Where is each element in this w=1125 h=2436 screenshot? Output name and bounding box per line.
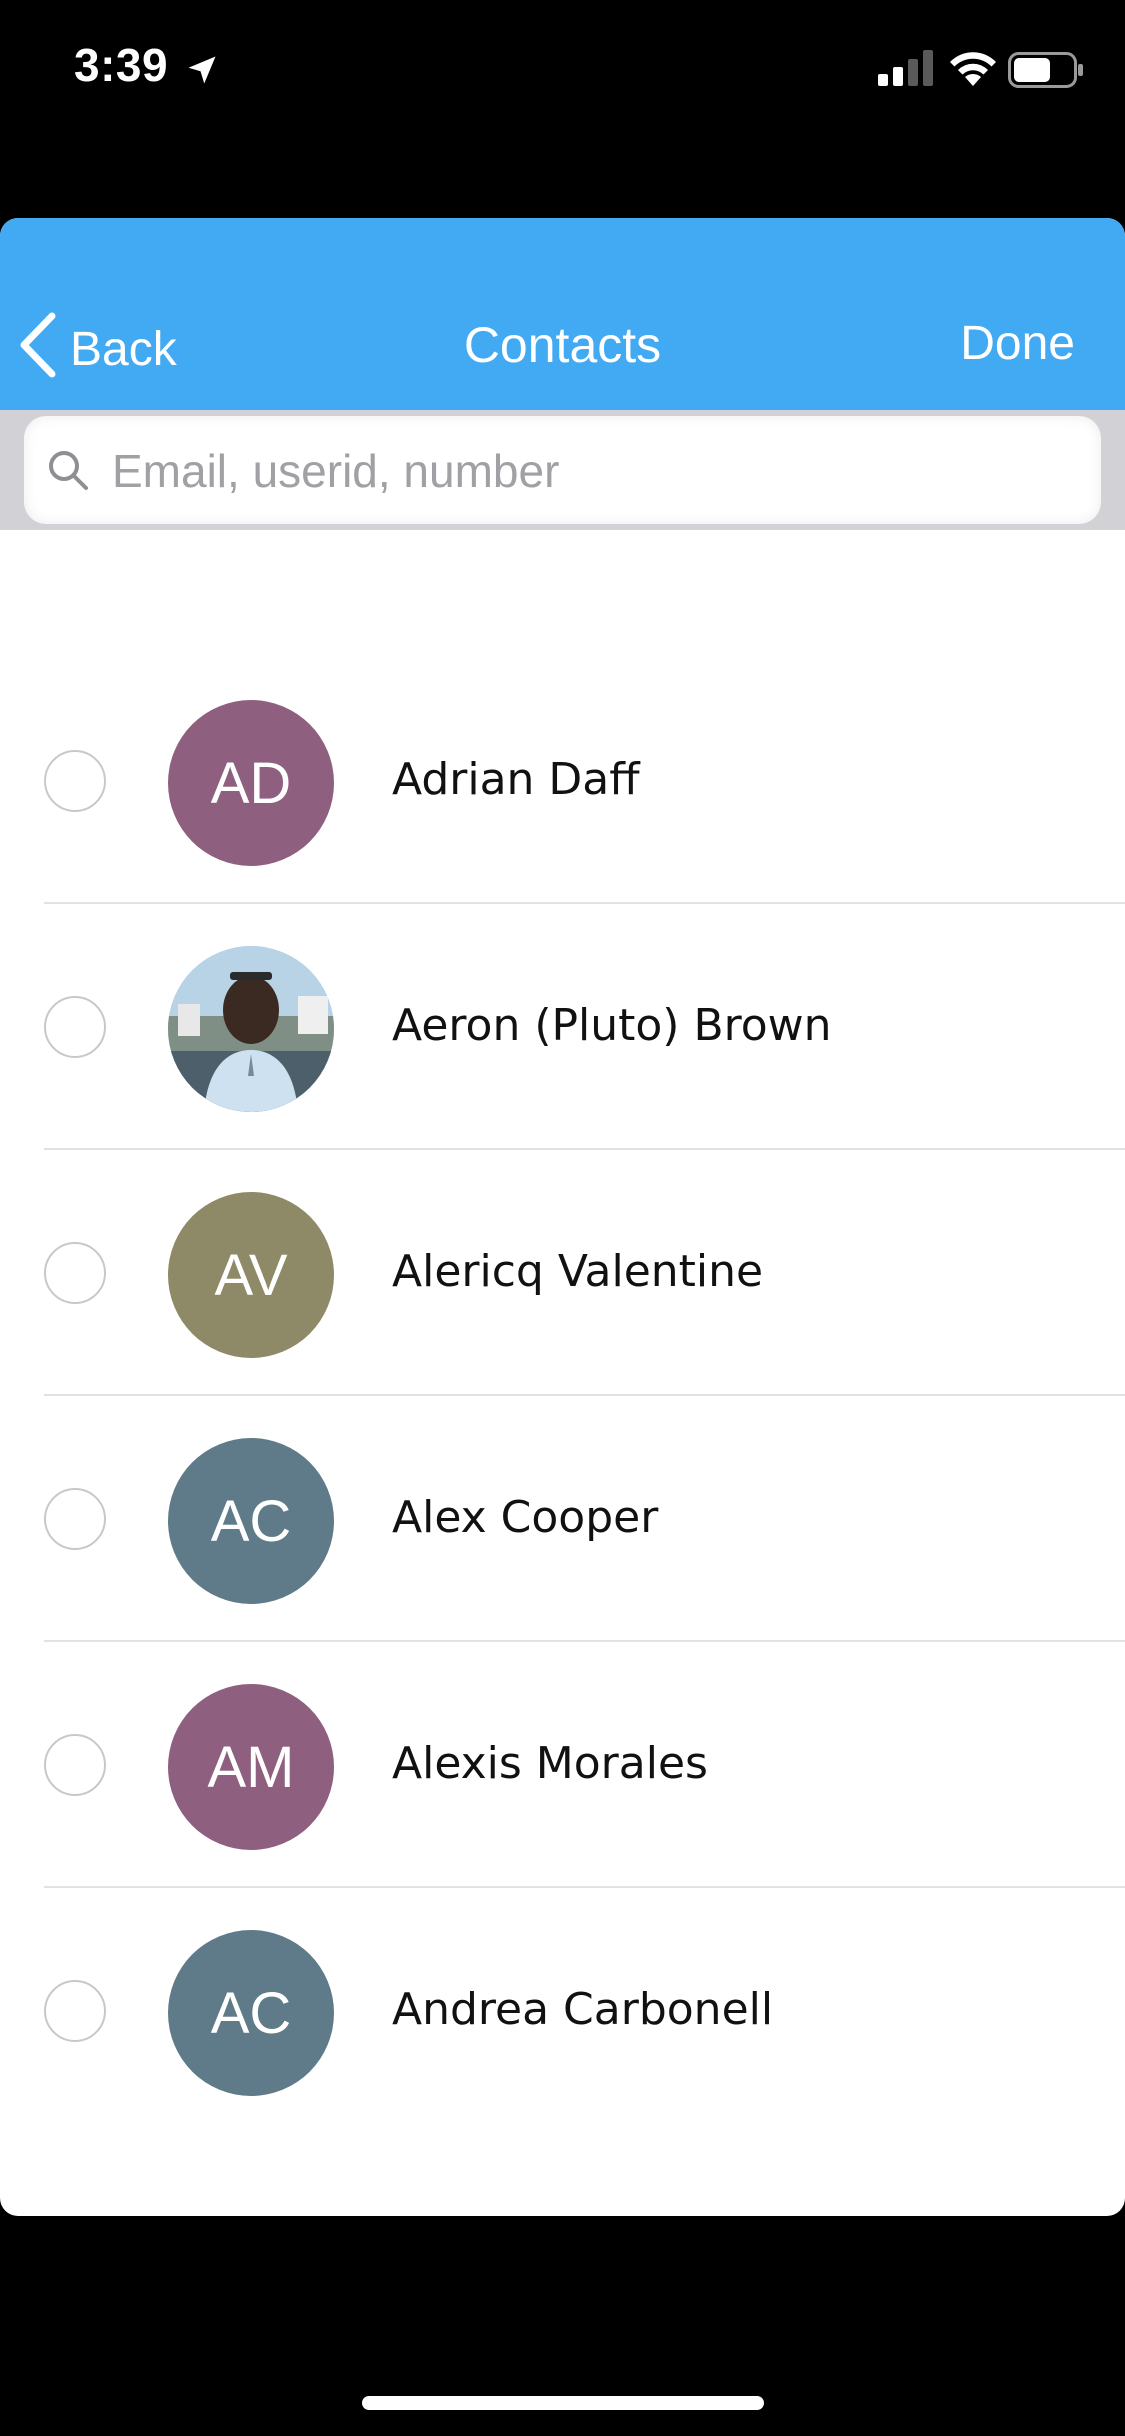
avatar: AD	[168, 700, 334, 866]
contact-row-andrea-carbonell[interactable]: AC Andrea Carbonell	[0, 1888, 1125, 2134]
contact-name: Adrian Daff	[392, 754, 640, 805]
contact-row-alericq-valentine[interactable]: AV Alericq Valentine	[0, 1150, 1125, 1396]
status-time: 3:39	[74, 39, 169, 91]
navigation-bar: Back Contacts Done	[0, 218, 1125, 410]
select-radio[interactable]	[44, 1980, 106, 2042]
contact-row-alex-cooper[interactable]: AC Alex Cooper	[0, 1396, 1125, 1642]
contact-name: Alexis Morales	[392, 1738, 708, 1789]
select-radio[interactable]	[44, 750, 106, 812]
avatar: AV	[168, 1192, 334, 1358]
status-bar: 3:39	[0, 0, 1125, 140]
select-radio[interactable]	[44, 1488, 106, 1550]
battery-icon	[1008, 52, 1083, 88]
cellular-signal-icon	[878, 50, 933, 86]
search-field-container[interactable]	[24, 416, 1101, 524]
done-button[interactable]: Done	[960, 316, 1075, 371]
select-radio[interactable]	[44, 1242, 106, 1304]
search-icon	[49, 451, 88, 490]
avatar: AC	[168, 1438, 334, 1604]
contact-name: Alex Cooper	[392, 1492, 659, 1543]
page-title: Contacts	[463, 317, 662, 373]
location-arrow-icon	[188, 56, 216, 84]
contact-row-aeron-pluto-brown[interactable]: Aeron (Pluto) Brown	[0, 904, 1125, 1150]
contact-name: Andrea Carbonell	[392, 1984, 774, 2035]
contact-name: Alericq Valentine	[392, 1246, 764, 1297]
wifi-icon	[950, 52, 996, 86]
contact-row-adrian-daff[interactable]: AD Adrian Daff	[0, 658, 1125, 904]
avatar-initials: AD	[210, 750, 292, 816]
contact-list: AD Adrian Daff Aeron (Pluto) Brown AV Al…	[0, 658, 1125, 2134]
select-radio[interactable]	[44, 1734, 106, 1796]
search-input[interactable]	[110, 430, 1074, 512]
avatar-photo	[168, 946, 334, 1112]
avatar-initials: AM	[207, 1734, 295, 1800]
contact-name: Aeron (Pluto) Brown	[392, 1000, 832, 1051]
profile-photo-image	[168, 946, 334, 1112]
contact-row-alexis-morales[interactable]: AM Alexis Morales	[0, 1642, 1125, 1888]
select-radio[interactable]	[44, 996, 106, 1058]
avatar: AM	[168, 1684, 334, 1850]
avatar: AC	[168, 1930, 334, 2096]
avatar-initials: AC	[210, 1488, 292, 1554]
avatar-initials: AC	[210, 1980, 292, 2046]
avatar-initials: AV	[214, 1242, 288, 1308]
home-indicator[interactable]	[362, 2396, 764, 2410]
search-bar	[0, 410, 1125, 530]
contacts-sheet: Back Contacts Done AD Adrian Daff	[0, 218, 1125, 2216]
